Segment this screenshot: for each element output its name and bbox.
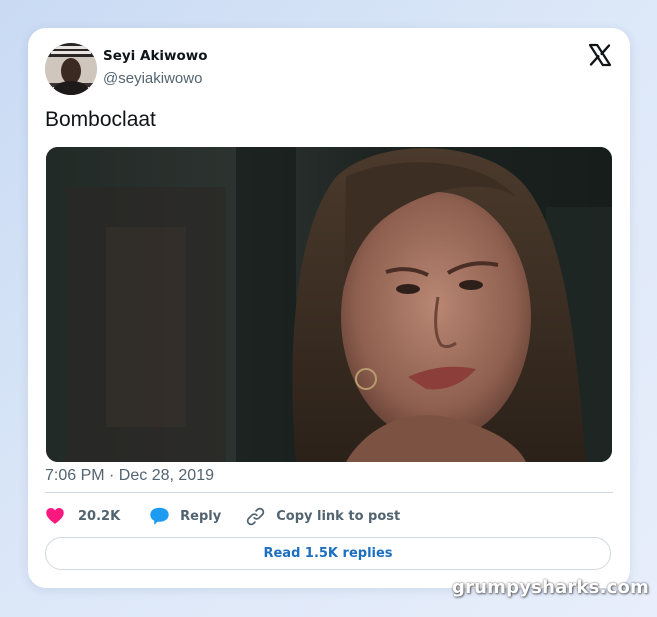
reply-button[interactable]: Reply xyxy=(149,506,221,526)
tweet-text: Bomboclaat xyxy=(45,108,156,131)
read-replies-label: Read 1.5K replies xyxy=(263,546,393,561)
watermark: grumpysharks.com xyxy=(452,577,650,598)
copy-link-label: Copy link to post xyxy=(276,508,401,524)
copy-link-button[interactable]: Copy link to post xyxy=(245,506,400,527)
like-button[interactable]: 20.2K xyxy=(45,506,120,526)
author-name[interactable]: Seyi Akiwowo xyxy=(103,48,208,64)
author-handle[interactable]: @seyiakiwowo xyxy=(103,70,202,87)
heart-icon xyxy=(45,506,65,526)
tweet-card: Seyi Akiwowo @seyiakiwowo Bomboclaat 7:0… xyxy=(28,28,630,588)
reply-label: Reply xyxy=(180,508,222,524)
media-image xyxy=(46,147,612,462)
link-icon xyxy=(245,506,266,527)
tweet-actions: 20.2K Reply Copy link to post xyxy=(45,504,400,528)
divider xyxy=(45,492,613,493)
x-logo-icon[interactable] xyxy=(588,43,612,67)
read-replies-button[interactable]: Read 1.5K replies xyxy=(45,537,611,570)
tweet-timestamp[interactable]: 7:06 PM · Dec 28, 2019 xyxy=(45,467,214,485)
speech-bubble-icon xyxy=(149,506,170,526)
avatar[interactable] xyxy=(45,43,97,95)
like-count: 20.2K xyxy=(78,508,121,524)
tweet-media[interactable] xyxy=(46,147,612,462)
